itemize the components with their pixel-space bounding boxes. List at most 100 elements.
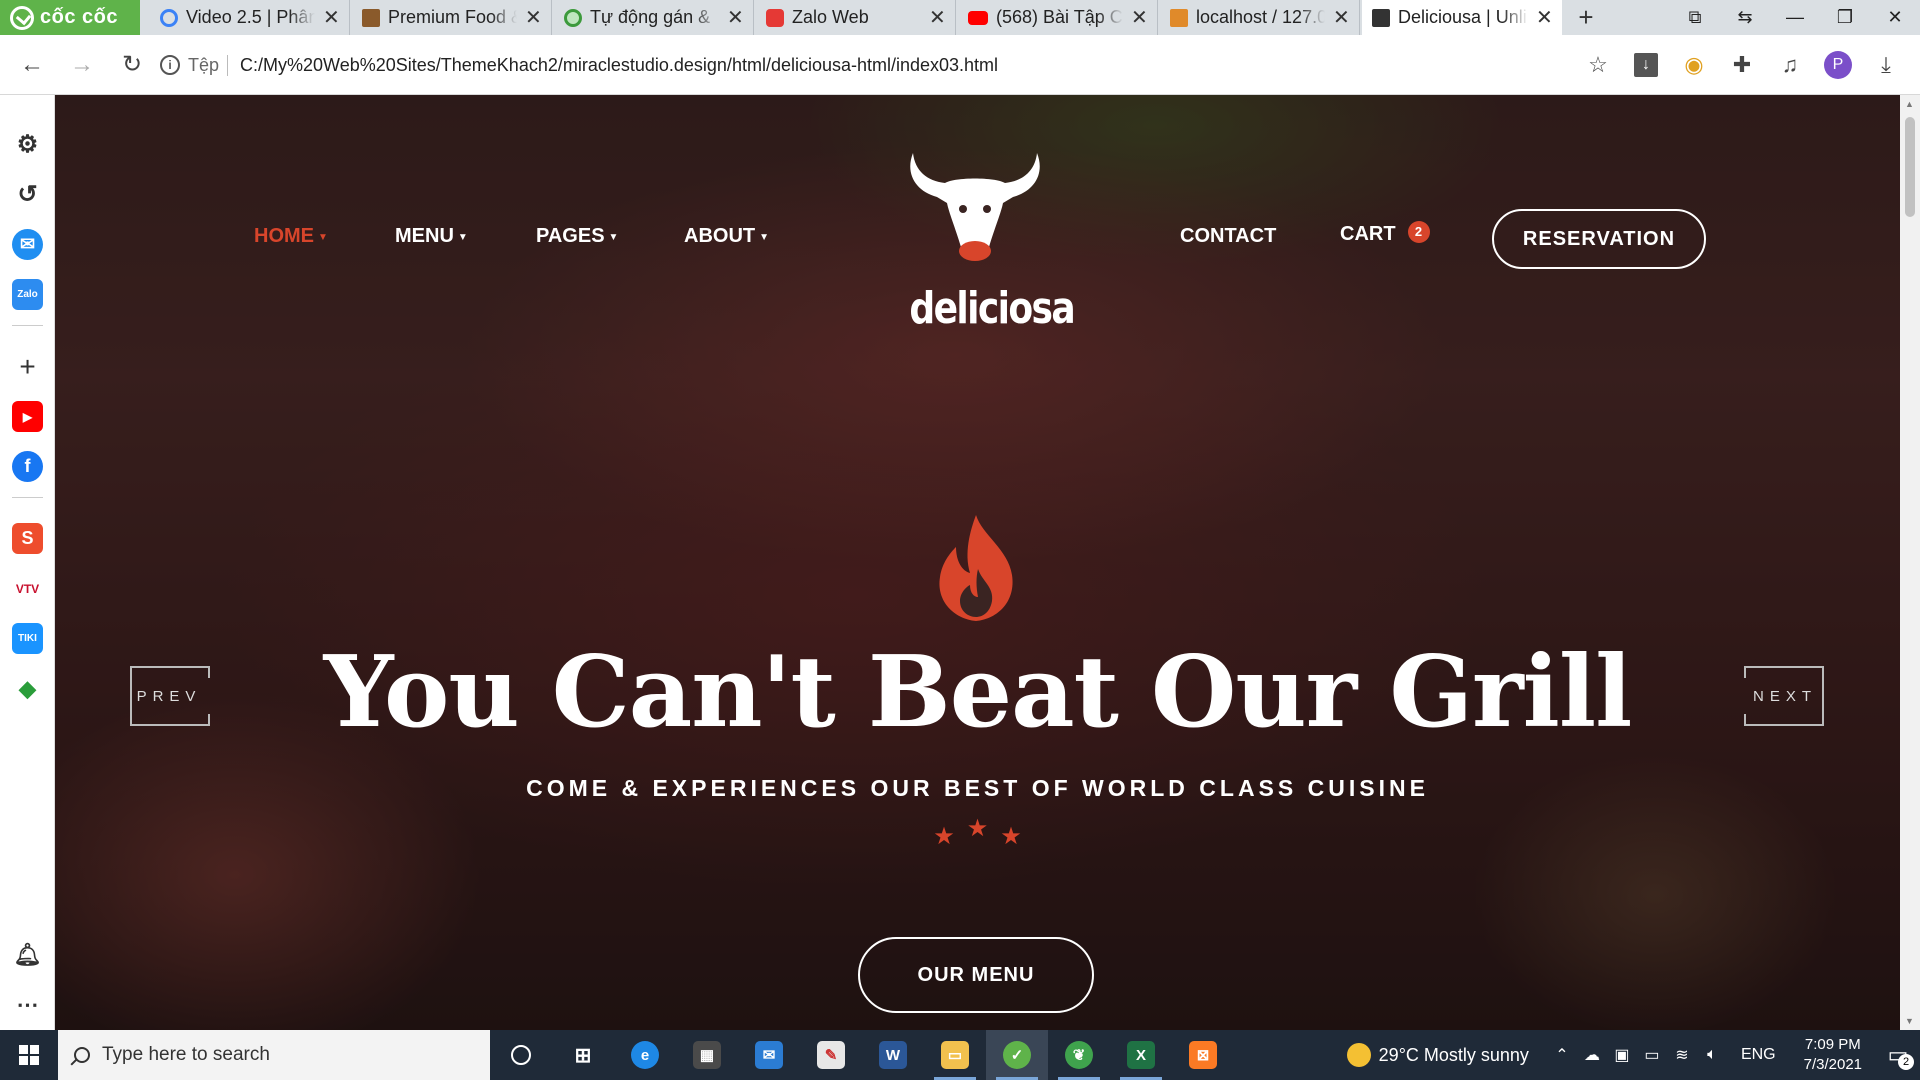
close-tab-icon[interactable]: ✕ — [525, 5, 542, 30]
coccoc-menu-button[interactable]: cốc cốc — [0, 0, 140, 35]
youtube-icon[interactable]: ▶ — [12, 401, 43, 432]
close-tab-icon[interactable]: ✕ — [1536, 5, 1553, 30]
minimize-button[interactable]: — — [1770, 0, 1820, 35]
profile-button[interactable]: P — [1816, 43, 1860, 87]
forward-button[interactable]: → — [60, 43, 104, 87]
taskbar-clock[interactable]: 7:09 PM 7/3/2021 — [1804, 1035, 1862, 1075]
close-tab-icon[interactable]: ✕ — [727, 5, 744, 30]
coccoc-app[interactable]: ✓ — [986, 1030, 1048, 1080]
page-download-button[interactable]: ↓ — [1624, 43, 1668, 87]
coccoc-extension-icon[interactable]: ◉ — [1672, 43, 1716, 87]
back-button[interactable]: ← — [10, 43, 54, 87]
zalo-icon[interactable]: Zalo — [12, 279, 43, 310]
onedrive-cloud-icon[interactable]: ☁ — [1577, 1045, 1607, 1065]
nav-cart-label: CART — [1340, 223, 1396, 245]
browser-tab[interactable]: Zalo Web ✕ — [756, 0, 956, 35]
cortana-button[interactable] — [490, 1030, 552, 1080]
mail-app[interactable]: ✉ — [738, 1030, 800, 1080]
settings-gear-icon[interactable]: ⚙ — [12, 129, 43, 160]
file-explorer-app[interactable]: ▭ — [924, 1030, 986, 1080]
our-menu-button[interactable]: OUR MENU — [858, 937, 1094, 1013]
new-tab-button[interactable]: + — [1568, 0, 1604, 35]
messenger-icon[interactable]: ✉ — [12, 229, 43, 260]
more-options-icon[interactable]: ⋯ — [12, 989, 43, 1020]
browser-tab[interactable]: Video 2.5 | Phân ✕ — [150, 0, 350, 35]
nav-menu[interactable]: MENU ▼ — [395, 225, 468, 248]
search-tabs-icon[interactable]: ⧉ — [1670, 0, 1720, 35]
tiki-icon[interactable]: TIKI — [12, 623, 43, 654]
nav-pages[interactable]: PAGES ▼ — [536, 225, 618, 248]
action-center-button[interactable]: ▭ 2 — [1876, 1030, 1920, 1080]
facebook-icon[interactable]: f — [12, 451, 43, 482]
browser-tab[interactable]: Tự động gán & ✕ — [554, 0, 754, 35]
folder-icon: ▭ — [941, 1041, 969, 1069]
scrollbar-thumb[interactable] — [1905, 117, 1915, 217]
extensions-puzzle-icon[interactable]: ✚ — [1720, 43, 1764, 87]
close-window-button[interactable]: ✕ — [1870, 0, 1920, 35]
nav-contact-label: CONTACT — [1180, 225, 1277, 247]
avatar: P — [1824, 51, 1852, 79]
browser-tab[interactable]: localhost / 127.0 ✕ — [1160, 0, 1360, 35]
vtv-icon[interactable]: VTV — [12, 573, 43, 604]
taskbar-search[interactable]: Type here to search — [58, 1030, 490, 1080]
sidebar-divider — [12, 497, 43, 498]
close-tab-icon[interactable]: ✕ — [1131, 5, 1148, 30]
address-url[interactable]: C:/My%20Web%20Sites/ThemeKhach2/miracles… — [240, 55, 998, 76]
close-tab-icon[interactable]: ✕ — [929, 5, 946, 30]
browser-tab[interactable]: Premium Food & ✕ — [352, 0, 552, 35]
edge-app[interactable]: e — [614, 1030, 676, 1080]
address-bar[interactable]: i Tệp C:/My%20Web%20Sites/ThemeKhach2/mi… — [160, 43, 1640, 87]
site-navbar: HOME ▼ MENU ▼ PAGES ▼ ABOUT ▼ deliciosa CONT… — [55, 95, 1900, 345]
reservation-button[interactable]: RESERVATION — [1492, 209, 1706, 269]
flame-icon — [939, 515, 1013, 621]
coccoc-icon: ✓ — [1003, 1041, 1031, 1069]
bookmark-star-icon[interactable]: ☆ — [1576, 43, 1620, 87]
scroll-down-icon[interactable]: ▼ — [1905, 1016, 1914, 1026]
store-app[interactable]: ▦ — [676, 1030, 738, 1080]
paint-app[interactable]: ✎ — [800, 1030, 862, 1080]
close-tab-icon[interactable]: ✕ — [1333, 5, 1350, 30]
scroll-up-icon[interactable]: ▲ — [1905, 99, 1914, 109]
battery-icon[interactable]: ▭ — [1637, 1045, 1667, 1065]
page-scrollbar[interactable]: ▲ ▼ — [1900, 95, 1920, 1030]
game-icon[interactable]: ◆ — [12, 673, 43, 704]
site-logo[interactable]: deliciosa — [895, 143, 1076, 334]
nav-about-label: ABOUT — [684, 225, 756, 247]
bull-icon — [1372, 8, 1390, 27]
show-hidden-icons-chevron-icon[interactable]: ⌃ — [1547, 1045, 1577, 1065]
shopee-icon[interactable]: S — [12, 523, 43, 554]
reload-button[interactable]: ↻ — [110, 43, 154, 87]
sidebar-toggle-icon[interactable]: ⇆ — [1720, 0, 1770, 35]
star-icon: ★ — [966, 815, 989, 842]
task-view-button[interactable]: ⊞ — [552, 1030, 614, 1080]
info-icon[interactable]: i — [160, 55, 180, 75]
weather-sun-icon — [1346, 1043, 1371, 1067]
paint-icon: ✎ — [817, 1041, 845, 1069]
leaf-icon: ❦ — [1065, 1041, 1093, 1069]
start-button[interactable] — [0, 1030, 58, 1080]
browser-tab-active[interactable]: Deliciousa | Unli ✕ — [1362, 0, 1562, 35]
wifi-icon[interactable]: ≋ — [1667, 1045, 1697, 1065]
notification-bell-icon[interactable]: 🔔︎ — [12, 939, 43, 970]
add-app-icon[interactable]: + — [12, 351, 43, 382]
word-app[interactable]: W — [862, 1030, 924, 1080]
meet-now-icon[interactable]: ▣ — [1607, 1045, 1637, 1065]
nav-contact[interactable]: CONTACT — [1180, 225, 1276, 248]
volume-icon[interactable]: 🔈︎ — [1697, 1046, 1727, 1064]
maximize-button[interactable]: ❐ — [1820, 0, 1870, 35]
xampp-app[interactable]: ⊠ — [1172, 1030, 1234, 1080]
search-icon — [74, 1047, 90, 1063]
close-tab-icon[interactable]: ✕ — [323, 5, 340, 30]
browser-tab[interactable]: (568) Bài Tập Ch ✕ — [958, 0, 1158, 35]
media-playlist-icon[interactable]: ♫ — [1768, 43, 1812, 87]
nav-home[interactable]: HOME ▼ — [254, 225, 328, 248]
downloads-icon[interactable]: ⤓ — [1864, 43, 1908, 87]
nav-about[interactable]: ABOUT ▼ — [684, 225, 769, 248]
nav-cart[interactable]: CART 2 — [1340, 220, 1430, 246]
weather-widget[interactable]: 29°C Mostly sunny — [1346, 1043, 1529, 1067]
excel-app[interactable]: X — [1110, 1030, 1172, 1080]
input-language[interactable]: ENG — [1741, 1046, 1776, 1064]
leaf-app[interactable]: ❦ — [1048, 1030, 1110, 1080]
history-icon[interactable]: ↺ — [12, 179, 43, 210]
system-tray: 29°C Mostly sunny ⌃ ☁ ▣ ▭ ≋ 🔈︎ ENG 7:09 … — [1346, 1030, 1920, 1080]
